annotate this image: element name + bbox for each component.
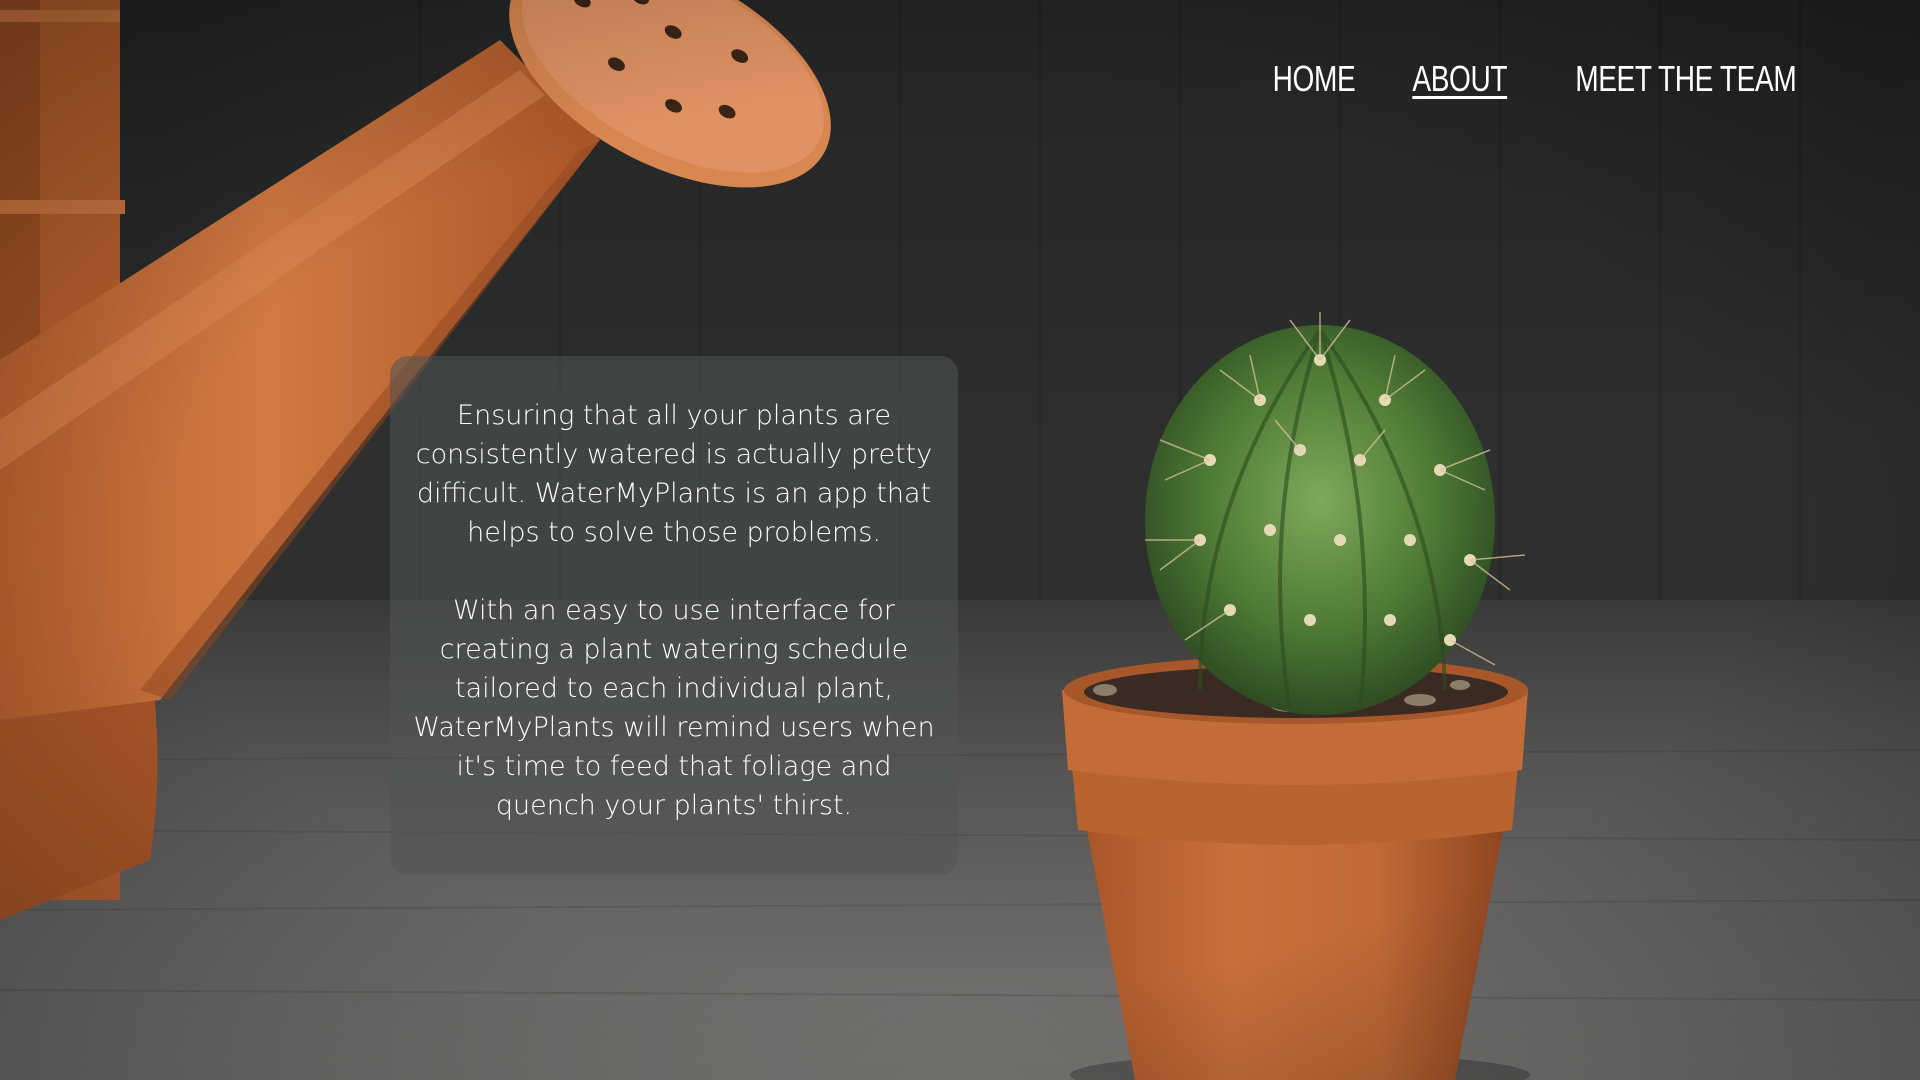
about-info-card: Ensuring that all your plants are consis… [390, 356, 958, 875]
about-page: HOME ABOUT MEET THE TEAM Ensuring that a… [0, 0, 1920, 1080]
hero-background-image [0, 0, 1920, 1080]
about-paragraph-2: With an easy to use interface for creati… [413, 595, 935, 821]
about-paragraph-1: Ensuring that all your plants are consis… [415, 400, 933, 548]
main-nav: HOME ABOUT MEET THE TEAM [1261, 56, 1808, 102]
nav-link-home[interactable]: HOME [1273, 56, 1356, 102]
nav-link-meet-the-team[interactable]: MEET THE TEAM [1576, 56, 1798, 102]
nav-link-about[interactable]: ABOUT [1412, 56, 1507, 102]
